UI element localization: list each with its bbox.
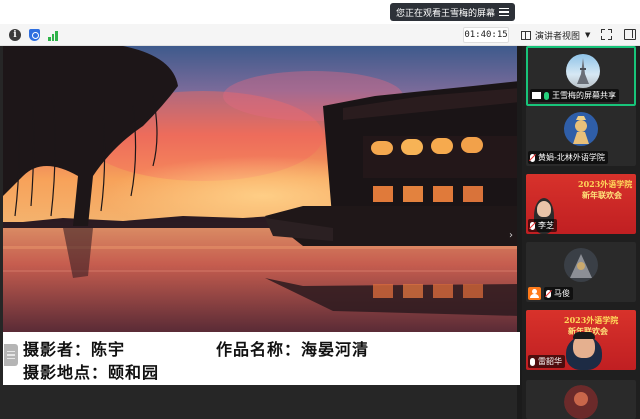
- user-avatar-icon: [528, 287, 541, 300]
- sidebar-toggle-icon[interactable]: [624, 29, 636, 40]
- screen-share-icon: [532, 92, 541, 99]
- mic-muted-icon: [546, 289, 551, 298]
- participant-tile[interactable]: 马俊: [526, 242, 636, 302]
- participant-tile[interactable]: 2023外语学院 新年联欢会 李芝: [526, 174, 636, 234]
- notice-menu-icon[interactable]: [497, 5, 511, 19]
- participant-name: 王雪梅的屏幕共享: [552, 91, 616, 100]
- chevron-right-icon[interactable]: ›: [509, 226, 517, 246]
- screen-share-notice-text: 您正在观看王雪梅的屏幕: [396, 8, 496, 19]
- security-shield-icon[interactable]: [29, 29, 40, 41]
- summer-palace-photo: [3, 46, 520, 332]
- photo-caption: 摄影者：陈宇 作品名称：海晏河清 摄影地点：颐和园: [3, 332, 520, 385]
- participant-nametag: 黄娟-北林外语学院: [528, 151, 608, 164]
- participant-nametag: 马俊: [544, 287, 573, 300]
- mic-icon: [544, 91, 549, 100]
- mic-icon: [530, 357, 535, 366]
- caption-title: 作品名称：海晏河清: [216, 340, 370, 359]
- poster-title: 2023外语学院: [564, 315, 619, 325]
- network-signal-icon[interactable]: [48, 29, 60, 41]
- chevron-down-icon: ▼: [585, 31, 591, 39]
- shared-photo: [3, 46, 520, 332]
- participant-tile[interactable]: 黄娟-北林外语学院: [526, 106, 636, 166]
- participant-tile-screen-share[interactable]: 王雪梅的屏幕共享: [526, 46, 636, 106]
- speaker-view-button[interactable]: 演讲者视图 ▼: [517, 27, 593, 43]
- meeting-timer: 01:40:15: [463, 27, 509, 43]
- participant-nametag: 李芝: [528, 219, 557, 232]
- avatar: [564, 385, 598, 419]
- participant-tile[interactable]: 2023外语学院 新年联欢会 雷韶华: [526, 310, 636, 370]
- fullscreen-icon[interactable]: [601, 29, 612, 40]
- mic-muted-icon: [530, 221, 535, 230]
- caption-location: 摄影地点：颐和园: [23, 363, 160, 382]
- poster-subtitle: 新年联欢会: [582, 190, 622, 200]
- participant-tile[interactable]: [526, 380, 636, 419]
- screen-share-notice: 您正在观看王雪梅的屏幕: [390, 3, 515, 21]
- share-toolbar-handle-icon[interactable]: [4, 344, 18, 366]
- participant-panel: 王雪梅的屏幕共享 黄娟-北林外语学院 2023外语学院 新年联欢会 李芝 马俊 …: [522, 46, 640, 419]
- mic-muted-icon: [530, 153, 535, 162]
- avatar: [564, 112, 598, 146]
- top-bar: 您正在观看王雪梅的屏幕: [0, 0, 640, 24]
- avatar: [564, 248, 598, 282]
- participant-name: 马俊: [554, 289, 570, 298]
- participant-nametag: 雷韶华: [528, 355, 565, 368]
- meeting-toolbar: i 01:40:15 演讲者视图 ▼: [0, 24, 640, 46]
- participant-name: 黄娟-北林外语学院: [538, 153, 605, 162]
- poster-title: 2023外语学院: [578, 179, 633, 189]
- participant-nametag: 王雪梅的屏幕共享: [530, 89, 619, 102]
- speaker-view-label: 演讲者视图: [535, 31, 581, 42]
- participant-name: 雷韶华: [538, 357, 562, 366]
- caption-photographer: 摄影者：陈宇: [23, 340, 126, 359]
- avatar: [566, 54, 600, 88]
- info-icon[interactable]: i: [9, 29, 21, 41]
- grid-view-icon: [521, 30, 531, 40]
- participant-name: 李芝: [538, 221, 554, 230]
- meeting-window: 您正在观看王雪梅的屏幕 i 01:40:15 演讲者视图 ▼ › 摄影者：陈宇 …: [0, 0, 640, 419]
